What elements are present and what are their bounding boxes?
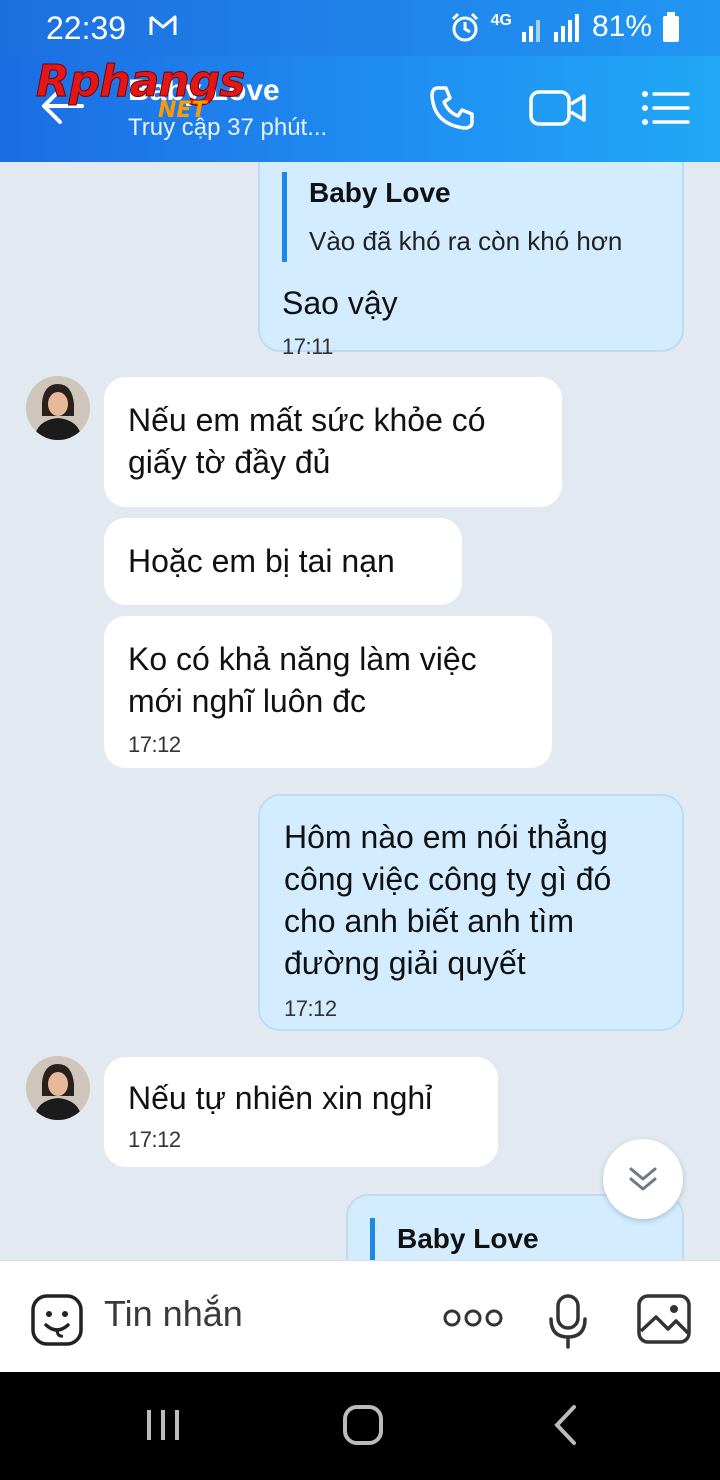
- signal-icon: [521, 14, 579, 42]
- message-text: Hoặc em bị tai nạn: [128, 543, 395, 579]
- message-time: 17:12: [128, 1127, 181, 1152]
- contact-avatar[interactable]: [26, 376, 90, 440]
- message-time: 17:12: [128, 732, 181, 757]
- image-icon[interactable]: [636, 1293, 692, 1345]
- network-type: 4G: [490, 12, 512, 29]
- system-nav-bar: [0, 1372, 720, 1480]
- back-nav-icon[interactable]: [552, 1404, 578, 1446]
- quote-author: Baby Love: [397, 1223, 539, 1254]
- chat-header: Baby Love Truy cập 37 phút... Rphangs NE…: [0, 56, 720, 162]
- quote-text: Vào đã khó ra còn khó hơn: [309, 226, 623, 256]
- message-text-line: cho anh biết anh tìm: [284, 903, 574, 939]
- message-time: 17:12: [284, 996, 337, 1021]
- battery-icon: [663, 12, 679, 42]
- outgoing-message[interactable]: Hôm nào em nói thẳng công việc công ty g…: [258, 794, 684, 1031]
- message-text: Nếu tự nhiên xin nghỉ: [128, 1080, 433, 1116]
- status-time: 22:39: [46, 10, 127, 46]
- message-text-line: Hôm nào em nói thẳng: [284, 819, 608, 855]
- outgoing-message[interactable]: Baby Love Vào đã khó ra còn khó hơn Sao …: [258, 162, 684, 359]
- watermark-logo: Rphangs: [35, 56, 245, 108]
- contact-avatar[interactable]: [26, 1056, 90, 1120]
- home-icon[interactable]: [342, 1404, 384, 1446]
- incoming-message[interactable]: Nếu tự nhiên xin nghỉ 17:12: [104, 1057, 498, 1167]
- incoming-message[interactable]: Hoặc em bị tai nạn: [104, 518, 462, 605]
- recent-apps-icon[interactable]: [144, 1406, 182, 1444]
- scroll-to-bottom-button[interactable]: [603, 1139, 683, 1219]
- scroll-down-icon: [629, 1167, 657, 1191]
- menu-list-icon[interactable]: [640, 84, 690, 132]
- alarm-icon: [451, 12, 478, 42]
- incoming-message[interactable]: Nếu em mất sức khỏe có giấy tờ đầy đủ: [104, 377, 562, 507]
- avatar-photo: [26, 1056, 90, 1120]
- message-text-line: công việc công ty gì đó: [284, 861, 612, 897]
- message-time: 17:11: [282, 334, 333, 359]
- video-call-icon[interactable]: [528, 84, 588, 132]
- status-bar: 22:39 4G 81%: [0, 0, 720, 56]
- message-text-line: đường giải quyết: [284, 945, 526, 981]
- incoming-message[interactable]: Ko có khả năng làm việc mới nghĩ luôn đc…: [104, 616, 552, 768]
- message-list[interactable]: Baby Love Vào đã khó ra còn khó hơn Sao …: [0, 162, 720, 1260]
- gmail-icon: [149, 15, 177, 35]
- quote-author: Baby Love: [309, 177, 451, 208]
- message-text-line: Nếu em mất sức khỏe có: [128, 402, 486, 438]
- message-text: Sao vậy: [282, 285, 398, 321]
- microphone-icon[interactable]: [548, 1293, 588, 1349]
- message-input[interactable]: Tin nhắn: [104, 1293, 243, 1335]
- avatar-photo: [26, 376, 90, 440]
- quoted-message[interactable]: Baby Love Vào đã khó ra còn khó hơn: [282, 172, 658, 262]
- more-icon[interactable]: [442, 1307, 504, 1329]
- battery-percent: 81%: [591, 10, 652, 43]
- sticker-icon[interactable]: [30, 1293, 84, 1347]
- phone-icon[interactable]: [428, 84, 476, 132]
- watermark-suffix: NET: [158, 98, 207, 123]
- message-text-line: giấy tờ đầy đủ: [128, 444, 331, 480]
- message-text-line: mới nghĩ luôn đc: [128, 683, 366, 719]
- message-composer: Tin nhắn: [0, 1260, 720, 1372]
- message-text-line: Ko có khả năng làm việc: [128, 641, 477, 677]
- quoted-message[interactable]: Baby Love: [370, 1218, 658, 1260]
